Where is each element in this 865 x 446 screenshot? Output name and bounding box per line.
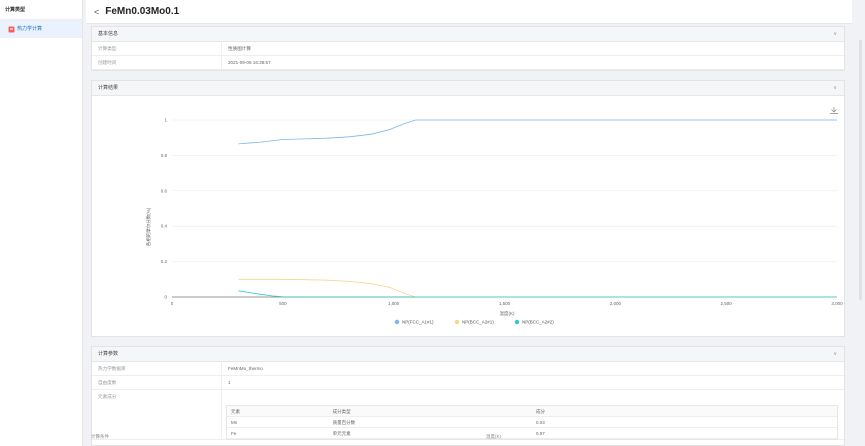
y-tick-label: 0.6 bbox=[161, 188, 168, 193]
info-key: 计算类型 bbox=[92, 42, 222, 55]
table-cell: 0.97 bbox=[536, 431, 545, 436]
legend-marker bbox=[454, 319, 460, 325]
y-tick-label: 1 bbox=[164, 118, 167, 123]
chevron-down-icon[interactable]: ∨ bbox=[833, 27, 837, 42]
param-value: FeMnMo_thermo bbox=[228, 366, 263, 371]
x-tick-label: 3,000 bbox=[831, 301, 843, 306]
y-tick-label: 0.8 bbox=[161, 153, 168, 158]
results-header[interactable]: 计算结果 ∨ bbox=[92, 81, 844, 96]
scrollbar[interactable] bbox=[859, 40, 862, 300]
legend-entry[interactable]: NP(BCC_A2#1) bbox=[462, 320, 494, 325]
table-row: Fe 单元元素 0.97 bbox=[227, 428, 837, 439]
panel-title: 计算参数 bbox=[98, 351, 119, 357]
legend-entry[interactable]: NP(BCC_A2#2) bbox=[522, 320, 554, 325]
panel-title: 计算结果 bbox=[98, 85, 119, 91]
basic-info-panel: 基本信息 ∨ 计算类型 性质图计算 创建时间 2021-09-06 16:38:… bbox=[91, 26, 845, 71]
params-header[interactable]: 计算参数 ∨ bbox=[92, 347, 844, 362]
series-line-1 bbox=[238, 278, 837, 298]
params-panel: 计算参数 ∨ 热力学数据库 FeMnMo_thermo 自由度数 1 元素成分 … bbox=[91, 346, 845, 446]
legend-marker bbox=[394, 319, 400, 325]
info-row: 创建时间 2021-09-06 16:38:57 bbox=[92, 56, 844, 70]
param-key: 元素成分 bbox=[92, 390, 222, 439]
y-tick-label: 0.4 bbox=[161, 224, 168, 229]
info-value: 2021-09-06 16:38:57 bbox=[228, 60, 271, 65]
param-key: 热力学数据库 bbox=[92, 362, 222, 375]
param-value: 1 bbox=[228, 380, 231, 385]
x-tick-label: 2,000 bbox=[610, 301, 622, 306]
composition-table: 元素 成分类型 成分 Mn 质量百分数 0.03 Fe 单元元素 0.97 bbox=[226, 405, 838, 440]
series-line-0 bbox=[238, 119, 837, 145]
info-row: 计算类型 性质图计算 bbox=[92, 42, 844, 56]
param-row: 热力学数据库 FeMnMo_thermo bbox=[92, 362, 844, 376]
info-value: 性质图计算 bbox=[228, 46, 251, 51]
y-tick-label: 0 bbox=[164, 295, 167, 300]
x-tick-label: 1,500 bbox=[499, 301, 511, 306]
basic-info-header[interactable]: 基本信息 ∨ bbox=[92, 27, 844, 42]
results-panel: 计算结果 ∨ 0 0.2 0.4 0.6 0.8 1 0 500 1,000 1,500 2,000… bbox=[91, 80, 845, 337]
chevron-down-icon[interactable]: ∨ bbox=[833, 347, 837, 362]
app-root: 计算类型 热力学计算 < FeMn0.03Mo0.1 基本信息 ∨ 计算类型 性… bbox=[0, 0, 865, 446]
legend-marker bbox=[514, 319, 520, 325]
sidebar-item-label: 热力学计算 bbox=[17, 26, 43, 32]
table-cell: 0.03 bbox=[536, 420, 545, 425]
x-axis-label: 温度(K) bbox=[500, 310, 515, 317]
page-title: FeMn0.03Mo0.1 bbox=[105, 6, 180, 17]
x-tick-label: 2,500 bbox=[721, 301, 733, 306]
table-cell: Mn bbox=[231, 420, 238, 425]
x-tick-label: 500 bbox=[279, 301, 287, 306]
series-line-2 bbox=[238, 290, 837, 298]
sidebar-item-thermo[interactable]: 热力学计算 bbox=[0, 20, 82, 38]
main-area: < FeMn0.03Mo0.1 基本信息 ∨ 计算类型 性质图计算 创建时间 2… bbox=[86, 0, 852, 446]
param-row: 自由度数 1 bbox=[92, 376, 844, 390]
column-header: 成分 bbox=[536, 409, 545, 414]
results-chart: 0 0.2 0.4 0.6 0.8 1 0 500 1,000 1,500 2,000 2,500 3,… bbox=[145, 107, 843, 325]
bottom-label: 计算条件 bbox=[91, 434, 109, 439]
column-header: 元素 bbox=[231, 409, 240, 414]
chevron-down-icon[interactable]: ∨ bbox=[833, 81, 837, 96]
param-key: 自由度数 bbox=[92, 376, 222, 389]
panel-title: 基本信息 bbox=[98, 31, 119, 37]
table-cell: Fe bbox=[231, 431, 237, 436]
y-axis-label: 各相的摩尔分数(%) bbox=[145, 207, 152, 246]
table-header: 元素 成分类型 成分 bbox=[227, 406, 837, 417]
table-row: Mn 质量百分数 0.03 bbox=[227, 417, 837, 428]
x-tick-label: 1,000 bbox=[388, 301, 400, 306]
column-header: 成分类型 bbox=[332, 409, 351, 414]
info-key: 创建时间 bbox=[92, 56, 222, 69]
download-icon[interactable] bbox=[830, 107, 838, 114]
table-cell: 单元元素 bbox=[332, 431, 351, 436]
back-icon[interactable]: < bbox=[94, 7, 99, 17]
table-cell: 质量百分数 bbox=[332, 420, 356, 425]
bottom-axis-label: 温度(K) bbox=[486, 434, 501, 439]
sidebar-header: 计算类型 bbox=[0, 0, 82, 20]
topbar: < FeMn0.03Mo0.1 bbox=[86, 0, 852, 24]
document-icon bbox=[8, 26, 15, 33]
legend-entry[interactable]: NP(FCC_A1#1) bbox=[402, 320, 434, 325]
sidebar: 计算类型 热力学计算 bbox=[0, 0, 83, 446]
y-tick-label: 0.2 bbox=[161, 259, 168, 264]
x-tick-label: 0 bbox=[171, 301, 174, 306]
